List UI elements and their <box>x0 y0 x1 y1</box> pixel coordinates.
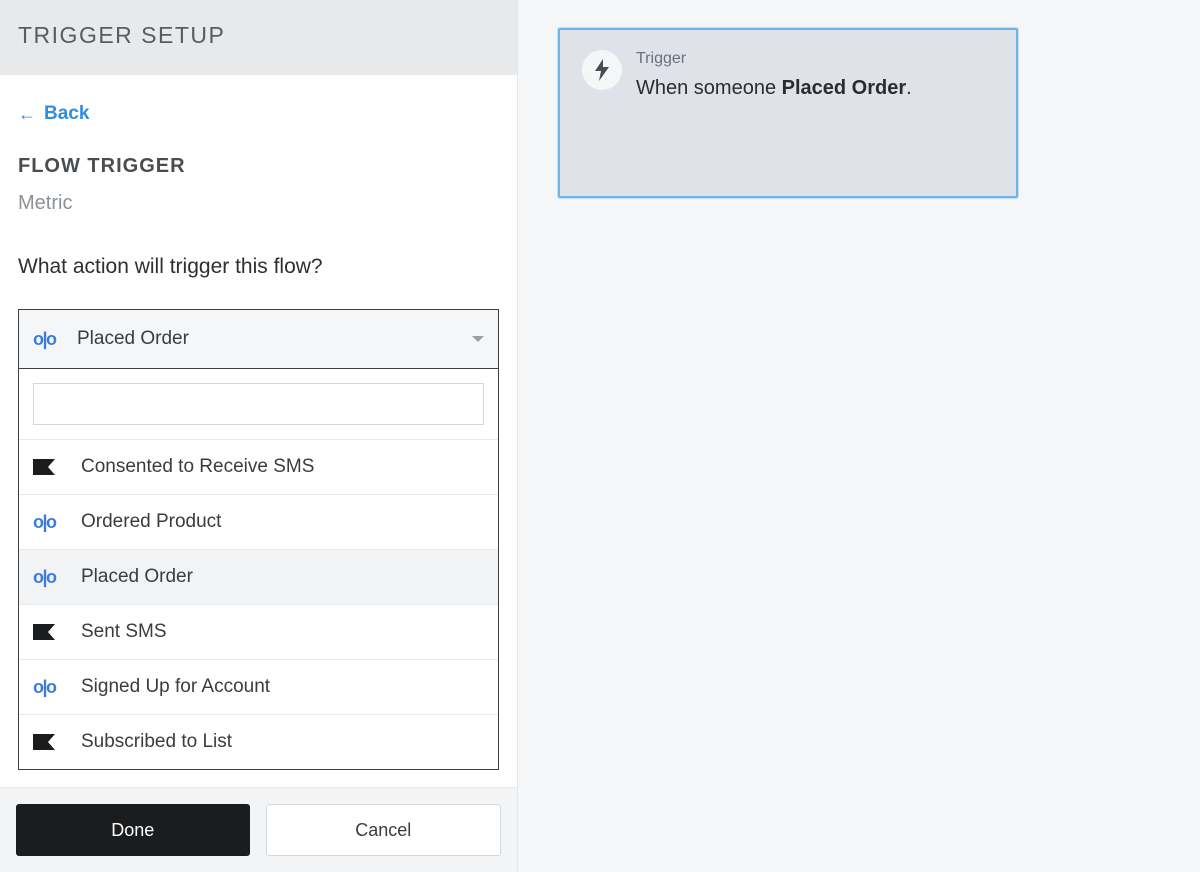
trigger-label: Trigger <box>636 50 994 68</box>
sidebar-footer: Done Cancel <box>0 787 517 872</box>
dropdown-option[interactable]: Consented to Receive SMS <box>19 439 498 494</box>
olo-icon: o|o <box>33 677 65 698</box>
section-heading: FLOW TRIGGER <box>18 155 499 178</box>
trigger-metric: Placed Order <box>782 77 907 99</box>
dropdown-option[interactable]: Sent SMS <box>19 604 498 659</box>
back-button[interactable]: ← Back <box>18 75 89 145</box>
flag-icon <box>33 624 65 640</box>
dropdown-search-input[interactable] <box>33 383 484 425</box>
dropdown-option-label: Consented to Receive SMS <box>81 456 314 478</box>
dropdown-option[interactable]: o|o Signed Up for Account <box>19 659 498 714</box>
dropdown-option-label: Sent SMS <box>81 621 167 643</box>
olo-icon: o|o <box>33 512 65 533</box>
trigger-dropdown: o|o Placed Order Consented to Receive SM… <box>18 309 499 369</box>
subheading-metric: Metric <box>18 192 499 215</box>
sidebar: TRIGGER SETUP ← Back FLOW TRIGGER Metric… <box>0 0 518 872</box>
olo-icon: o|o <box>33 567 65 588</box>
trigger-prefix: When someone <box>636 77 782 99</box>
dropdown-option-label: Signed Up for Account <box>81 676 270 698</box>
trigger-text: Trigger When someone Placed Order. <box>636 50 994 102</box>
dropdown-selected-label: Placed Order <box>77 328 472 350</box>
back-label: Back <box>44 103 89 125</box>
dropdown-option-label: Ordered Product <box>81 511 221 533</box>
arrow-left-icon: ← <box>18 105 36 123</box>
dropdown-option-label: Placed Order <box>81 566 193 588</box>
flag-icon <box>33 734 65 750</box>
dropdown-panel: Consented to Receive SMS o|o Ordered Produ… <box>18 369 499 770</box>
dropdown-option[interactable]: Subscribed to List <box>19 714 498 769</box>
chevron-down-icon <box>472 336 484 342</box>
canvas-area: Trigger When someone Placed Order. <box>518 0 1200 872</box>
trigger-suffix: . <box>906 77 912 99</box>
dropdown-search-row <box>19 369 498 439</box>
cancel-button[interactable]: Cancel <box>266 804 502 856</box>
trigger-card[interactable]: Trigger When someone Placed Order. <box>558 28 1018 198</box>
olo-icon: o|o <box>33 329 65 350</box>
done-button[interactable]: Done <box>16 804 250 856</box>
dropdown-selected[interactable]: o|o Placed Order <box>18 309 499 369</box>
dropdown-option-label: Subscribed to List <box>81 731 232 753</box>
sidebar-header: TRIGGER SETUP <box>0 0 517 75</box>
dropdown-option[interactable]: o|o Placed Order <box>19 549 498 604</box>
page-title: TRIGGER SETUP <box>18 22 499 49</box>
sidebar-body: ← Back FLOW TRIGGER Metric What action w… <box>0 75 517 787</box>
trigger-description: When someone Placed Order. <box>636 74 994 102</box>
dropdown-option[interactable]: o|o Ordered Product <box>19 494 498 549</box>
flag-icon <box>33 459 65 475</box>
trigger-card-content: Trigger When someone Placed Order. <box>582 50 994 102</box>
bolt-icon <box>582 50 622 90</box>
question-label: What action will trigger this flow? <box>18 255 499 279</box>
